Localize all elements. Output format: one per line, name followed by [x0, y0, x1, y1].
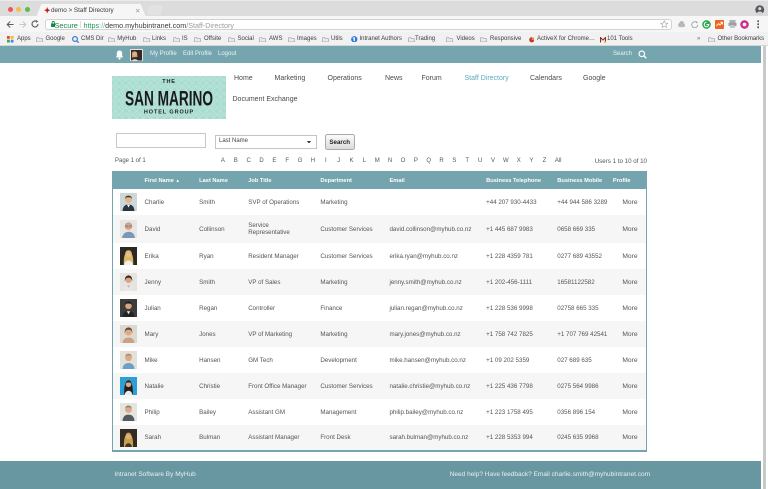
svg-text:HOTEL GROUP: HOTEL GROUP — [144, 110, 194, 116]
svg-text:THE: THE — [162, 79, 175, 85]
svg-text:SAN MARINO: SAN MARINO — [125, 88, 213, 111]
